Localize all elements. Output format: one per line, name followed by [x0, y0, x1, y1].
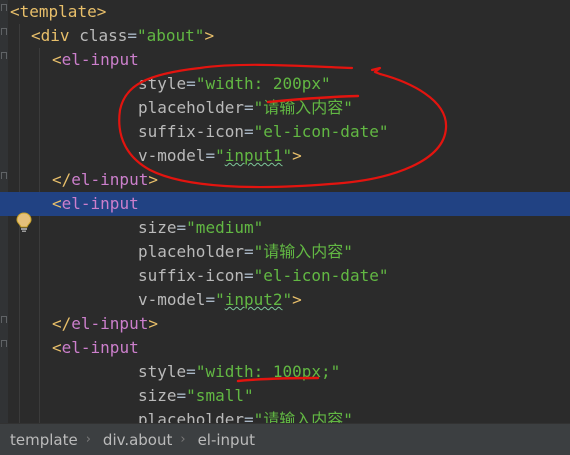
code-line[interactable]: <template> [10, 0, 106, 24]
breadcrumb-separator-icon: › [180, 432, 186, 447]
tag-bracket: < [52, 338, 62, 357]
code-line[interactable]: size="small" [138, 384, 254, 408]
attribute-name: placeholder [138, 410, 244, 423]
attribute-value: "width: 100px;" [195, 362, 341, 381]
tag-bracket: < [52, 50, 62, 69]
attribute-value: "el-icon-date" [253, 266, 389, 285]
code-line[interactable]: </el-input> [52, 168, 158, 192]
code-line[interactable]: v-model="input1"> [138, 144, 302, 168]
code-line[interactable]: suffix-icon="el-icon-date" [138, 120, 388, 144]
attribute-value: "width: 200px" [195, 74, 331, 93]
tag-name: el-input [61, 194, 139, 213]
fold-marker-icon[interactable] [1, 52, 7, 60]
tag-name: template [19, 2, 97, 21]
equals-sign: = [176, 218, 187, 237]
tag-name: el-input [61, 338, 139, 357]
breadcrumb-bar: template › div.about › el-input [0, 423, 570, 455]
breadcrumb-item[interactable]: div.about [93, 431, 178, 449]
tag-bracket: < [10, 2, 20, 21]
attribute-value: "请输入内容" [253, 242, 353, 261]
equals-sign: = [243, 410, 254, 423]
code-line[interactable]: v-model="input2"> [138, 288, 302, 312]
tag-bracket: > [148, 170, 158, 189]
attribute-name: placeholder [138, 98, 244, 117]
code-line[interactable]: style="width: 200px" [138, 72, 331, 96]
attribute-name: placeholder [138, 242, 244, 261]
equals-sign: = [205, 290, 216, 309]
equals-sign: = [186, 362, 196, 381]
equals-sign: = [243, 122, 254, 141]
attribute-value: " [282, 146, 293, 165]
attribute-name: style [138, 74, 187, 93]
tag-name: el-input [71, 314, 149, 333]
code-line[interactable]: <el-input [52, 192, 139, 216]
attribute-value: "medium" [186, 218, 264, 237]
code-line[interactable]: suffix-icon="el-icon-date" [138, 264, 388, 288]
code-line[interactable]: </el-input> [52, 312, 158, 336]
tag-name: div [40, 26, 70, 45]
equals-sign: = [243, 98, 254, 117]
tag-bracket: > [292, 146, 302, 165]
tag-bracket: > [96, 2, 107, 21]
fold-marker-icon[interactable] [1, 172, 7, 180]
code-line[interactable]: style="width: 100px;" [138, 360, 340, 384]
code-line[interactable]: <el-input [52, 48, 139, 72]
attribute-value: "请输入内容" [253, 98, 353, 117]
equals-sign: = [243, 242, 254, 261]
attribute-name: suffix-icon [138, 122, 244, 141]
attribute-name: size [138, 218, 177, 237]
attribute-name: v-model [138, 146, 206, 165]
tag-name: el-input [61, 50, 139, 69]
attribute-value: "small" [186, 386, 254, 405]
attribute-value: " [215, 146, 225, 165]
tag-bracket: > [204, 26, 215, 45]
tag-bracket: </ [52, 170, 72, 189]
code-line[interactable]: size="medium" [138, 216, 263, 240]
code-editor[interactable]: <template> <div class="about"> <el-input st… [0, 0, 570, 423]
code-line[interactable]: placeholder="请输入内容" [138, 96, 353, 120]
attribute-name: suffix-icon [138, 266, 244, 285]
attribute-value: input2 [224, 290, 283, 309]
attribute-value: "about" [137, 26, 205, 45]
equals-sign: = [205, 146, 216, 165]
tag-bracket: > [292, 290, 302, 309]
tag-bracket: </ [52, 314, 72, 333]
tag-name: el-input [71, 170, 149, 189]
fold-marker-icon[interactable] [1, 4, 7, 12]
code-line[interactable]: <div class="about"> [31, 24, 214, 48]
lightbulb-icon[interactable] [15, 211, 33, 233]
attribute-name: size [138, 386, 177, 405]
equals-sign: = [127, 26, 137, 45]
code-line[interactable]: placeholder="请输入内容" [138, 408, 353, 423]
indent-guide [39, 48, 40, 423]
tag-bracket: < [52, 194, 62, 213]
breadcrumb-item[interactable]: template [0, 431, 84, 449]
breadcrumb-separator-icon: › [85, 432, 91, 447]
attribute-value: "el-icon-date" [253, 122, 389, 141]
equals-sign: = [243, 266, 254, 285]
tag-bracket: < [31, 26, 41, 45]
fold-marker-icon[interactable] [1, 340, 7, 348]
fold-marker-icon[interactable] [1, 28, 7, 36]
code-line[interactable]: placeholder="请输入内容" [138, 240, 353, 264]
attribute-name: class [79, 26, 128, 45]
attribute-value: "请输入内容" [253, 410, 353, 423]
equals-sign: = [176, 386, 187, 405]
attribute-name: style [138, 362, 187, 381]
tag-bracket: > [148, 314, 158, 333]
attribute-value: " [215, 290, 225, 309]
attribute-value: input1 [224, 146, 283, 165]
attribute-name: v-model [138, 290, 206, 309]
code-line[interactable]: <el-input [52, 336, 139, 360]
equals-sign: = [186, 74, 196, 93]
attribute-value: " [282, 290, 293, 309]
fold-marker-icon[interactable] [1, 316, 7, 324]
breadcrumb-item[interactable]: el-input [188, 431, 261, 449]
